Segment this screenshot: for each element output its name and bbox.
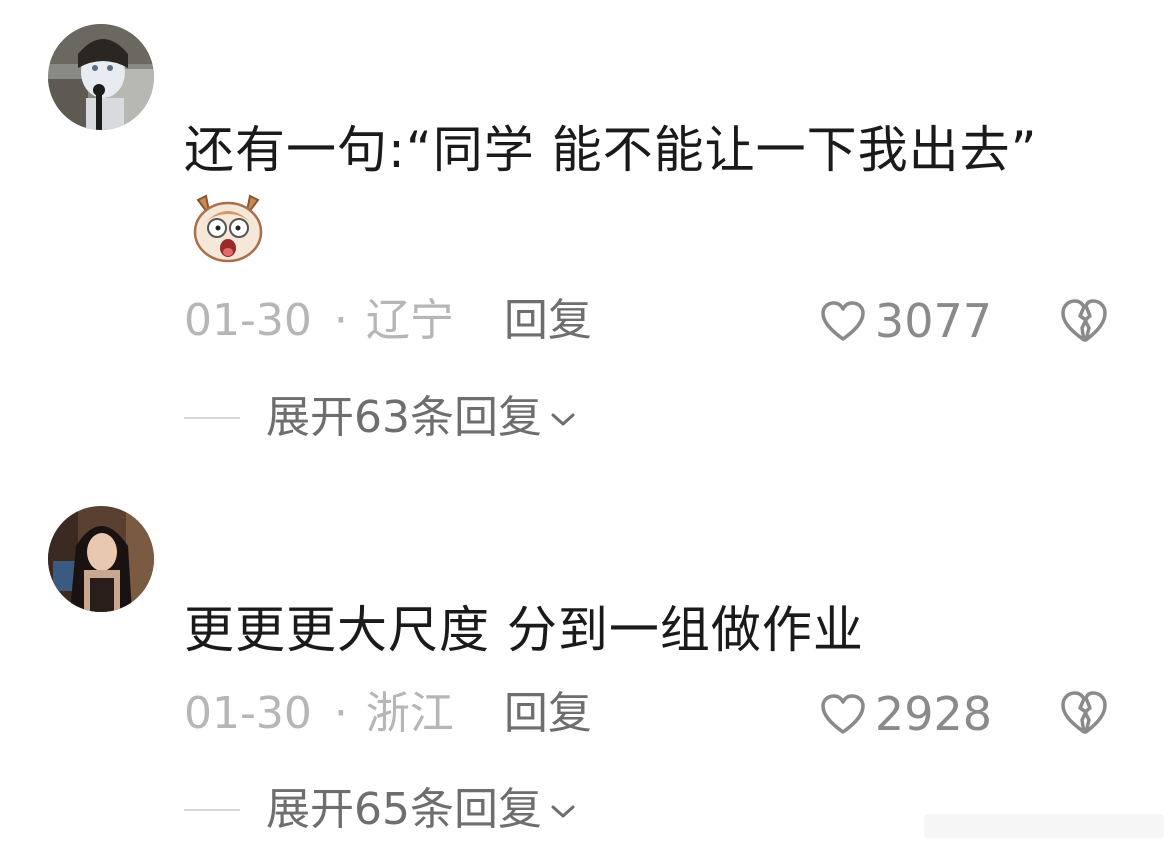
watermark-logo [924, 806, 1164, 846]
expand-replies: 展开65条回复 [184, 780, 576, 840]
user-avatar[interactable] [48, 24, 154, 130]
chevron-down-icon[interactable] [550, 411, 576, 429]
comment-meta: 01-30 · 辽宁 回复 [184, 291, 592, 351]
divider-line [184, 417, 240, 419]
comment-location: 辽宁 [365, 295, 454, 346]
comment-text: 还有一句:“同学 能不能让一下我出去” [184, 114, 1084, 267]
reply-button[interactable]: 回复 [504, 688, 592, 739]
chevron-down-icon[interactable] [550, 803, 576, 821]
comment-date: 01-30 [184, 295, 312, 346]
like-button[interactable]: 3077 [819, 291, 992, 351]
expand-replies-button[interactable]: 展开65条回复 [266, 780, 542, 840]
like-button[interactable]: 2928 [819, 684, 992, 744]
comment-location: 浙江 [365, 688, 454, 739]
heart-outline-icon [821, 694, 865, 734]
dislike-button[interactable] [1058, 688, 1110, 740]
like-count: 2928 [874, 687, 992, 741]
heart-outline-icon [821, 301, 865, 341]
broken-heart-icon [1061, 299, 1107, 342]
comment-body: 还有一句:“同学 能不能让一下我出去” [184, 121, 1038, 179]
comment-body: 更更更大尺度 分到一组做作业 [184, 601, 864, 659]
broken-heart-icon [1061, 691, 1107, 734]
comment-meta: 01-30 · 浙江 回复 [184, 684, 592, 744]
expand-replies-button[interactable]: 展开63条回复 [266, 388, 542, 448]
shocked-dog-emoji-icon [188, 186, 268, 266]
comment-date: 01-30 [184, 688, 312, 739]
expand-replies: 展开63条回复 [184, 388, 576, 448]
reply-button[interactable]: 回复 [504, 295, 592, 346]
divider-line [184, 809, 240, 811]
meta-separator: · [333, 295, 348, 346]
user-avatar[interactable] [48, 506, 154, 612]
like-count: 3077 [874, 294, 992, 348]
comment-text: 更更更大尺度 分到一组做作业 [184, 594, 1084, 666]
meta-separator: · [333, 688, 348, 739]
dislike-button[interactable] [1058, 296, 1110, 348]
